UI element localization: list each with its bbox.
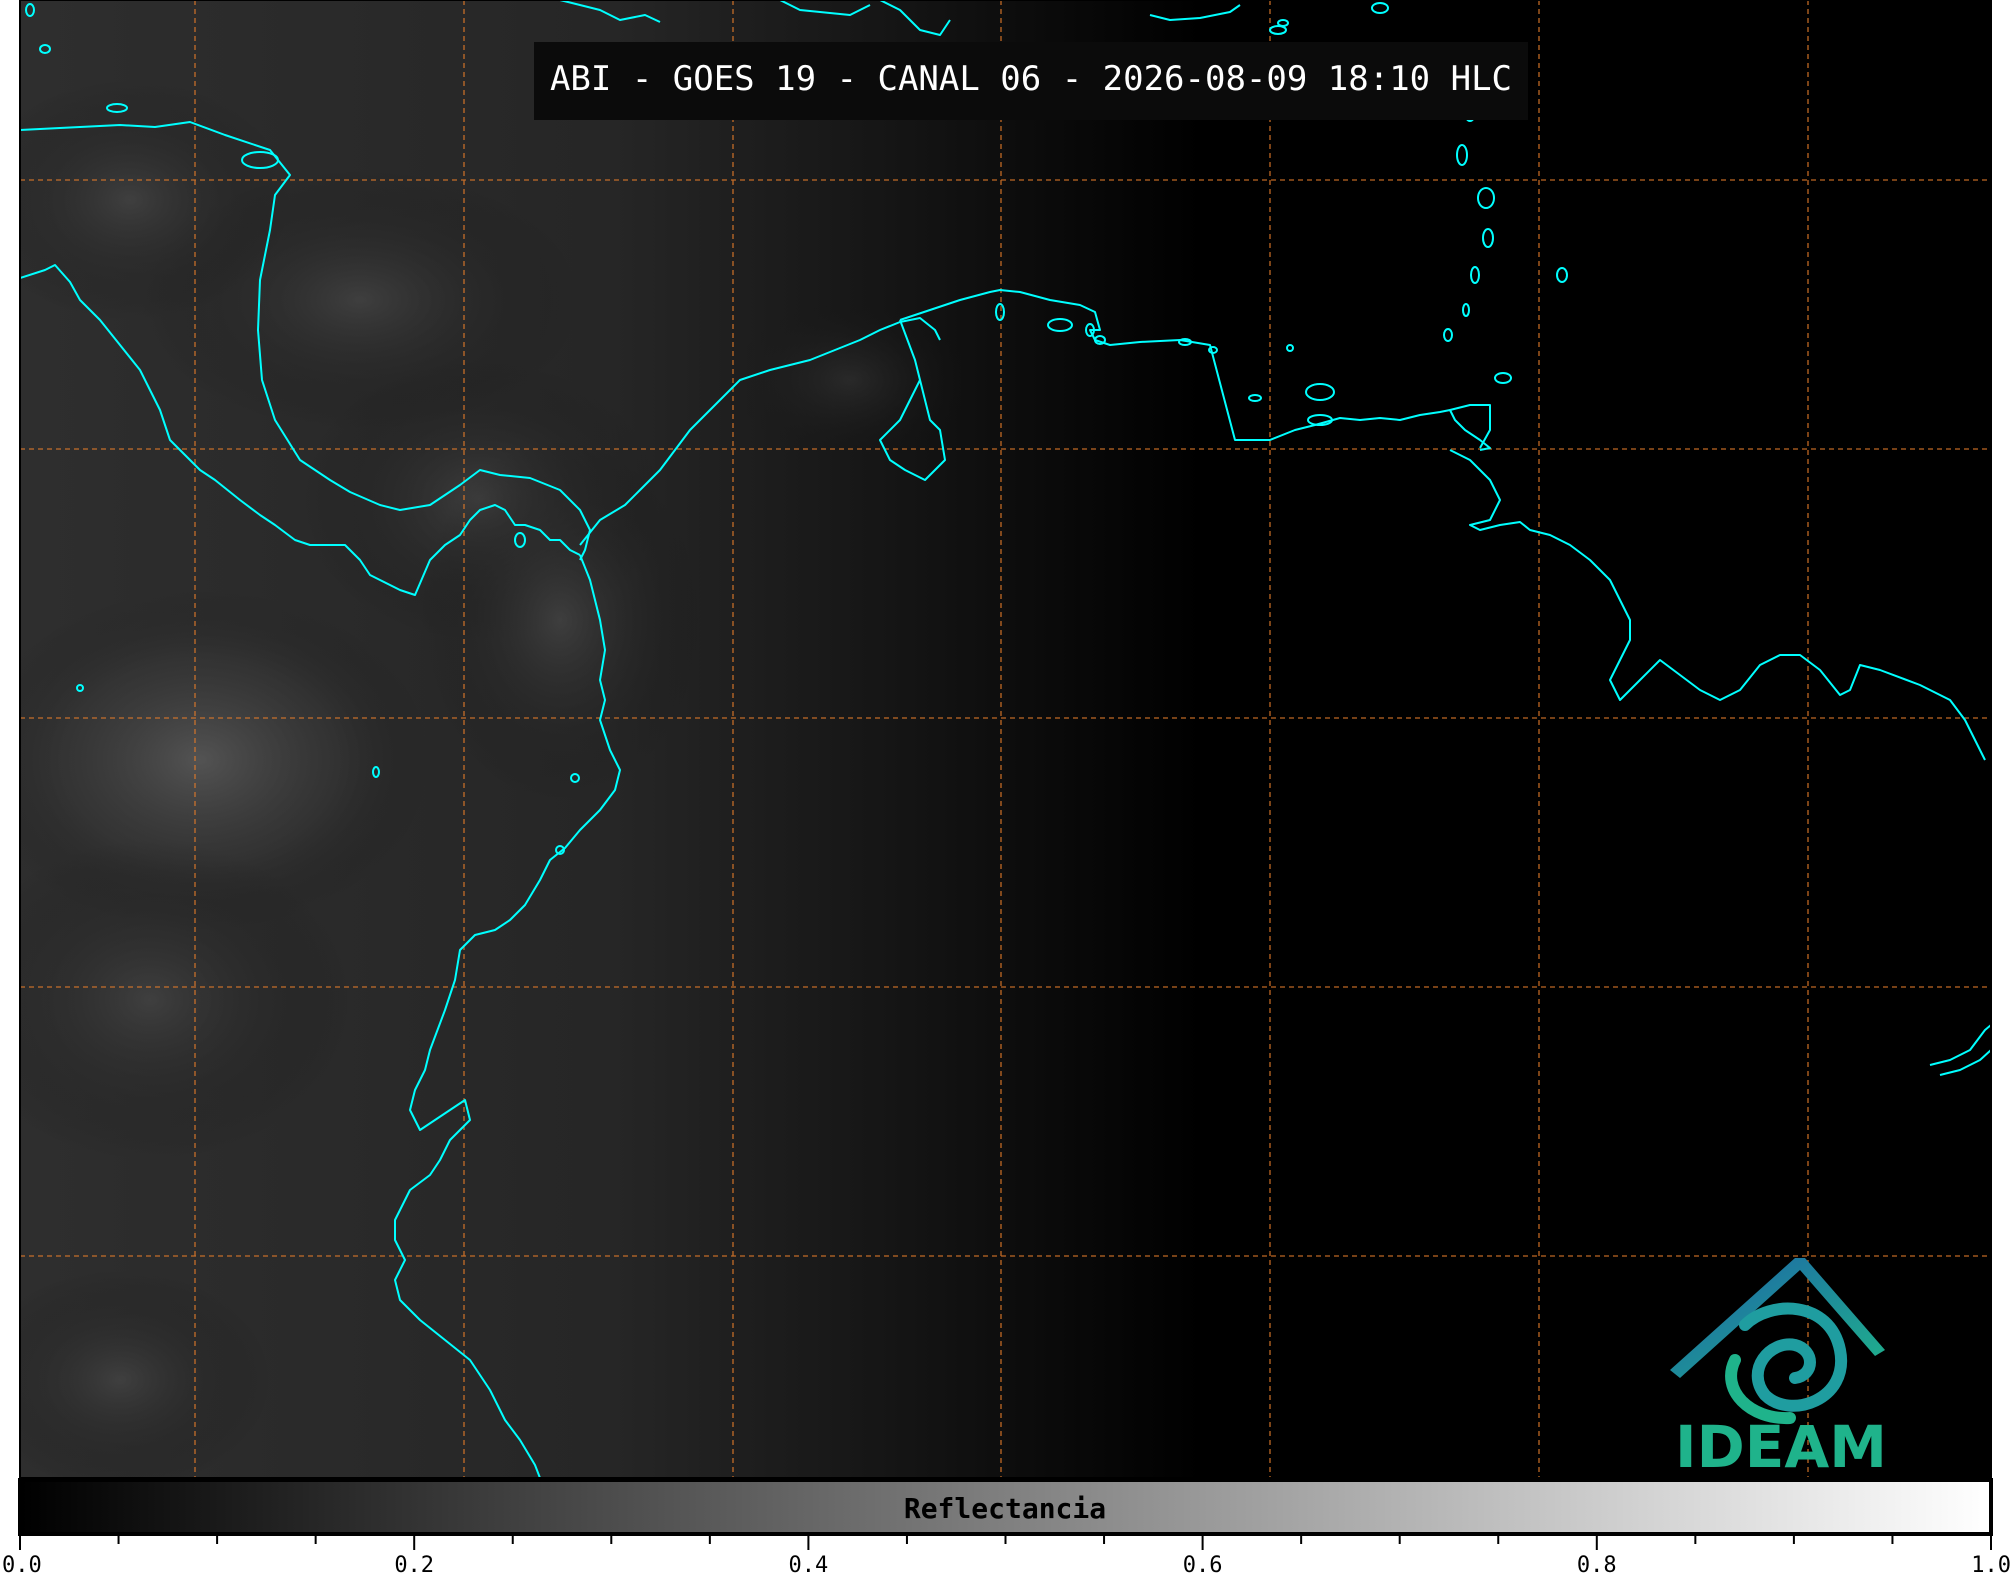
colorbar-label: Reflectancia	[904, 1492, 1106, 1525]
colorbar: Reflectancia 0.0 0.2 0.4 0.6 0.8 1.0	[2, 1478, 2011, 1577]
figure-canvas: ABI - GOES 19 - CANAL 06 - 2026-08-09 18…	[2, 0, 2011, 1577]
colorbar-tick-label: 0.6	[1183, 1553, 1223, 1577]
satellite-map: ABI - GOES 19 - CANAL 06 - 2026-08-09 18…	[20, 0, 1991, 1481]
colorbar-tick-label: 0.4	[789, 1553, 829, 1577]
colorbar-ticks	[19, 1536, 1992, 1550]
colorbar-tick-labels: 0.0 0.2 0.4 0.6 0.8 1.0	[2, 1553, 2011, 1577]
satellite-image-figure: ABI - GOES 19 - CANAL 06 - 2026-08-09 18…	[0, 0, 2011, 1577]
title-box: ABI - GOES 19 - CANAL 06 - 2026-08-09 18…	[534, 42, 1528, 120]
colorbar-tick-label: 0.8	[1577, 1553, 1617, 1577]
logo-text: IDEAM	[1675, 1413, 1887, 1481]
colorbar-tick-label: 1.0	[1971, 1553, 2011, 1577]
colorbar-tick-label: 0.2	[394, 1553, 434, 1577]
colorbar-tick-label: 0.0	[2, 1553, 42, 1577]
figure-title: ABI - GOES 19 - CANAL 06 - 2026-08-09 18…	[550, 59, 1512, 99]
